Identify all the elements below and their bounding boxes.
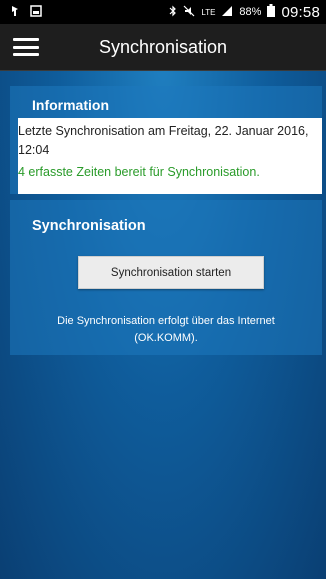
gallery-icon [30, 4, 42, 20]
information-box: Letzte Synchronisation am Freitag, 22. J… [18, 118, 322, 194]
bluetooth-icon [169, 5, 177, 20]
status-bar: LTE 88% 09:58 [0, 0, 326, 24]
signal-icon [221, 5, 233, 20]
start-sync-button[interactable]: Synchronisation starten [78, 256, 264, 289]
ready-times-text: 4 erfasste Zeiten bereit für Synchronisa… [18, 165, 260, 179]
page-title: Synchronisation [98, 36, 228, 57]
menu-icon[interactable] [13, 38, 39, 56]
synchronisation-panel: Synchronisation Synchronisation starten … [10, 200, 322, 355]
lte-indicator: LTE [201, 7, 216, 17]
information-panel: Information Letzte Synchronisation am Fr… [10, 86, 322, 194]
synchronisation-heading: Synchronisation [32, 218, 146, 234]
battery-icon [267, 4, 276, 20]
sync-note: Die Synchronisation erfolgt über das Int… [57, 315, 275, 344]
information-heading: Information [32, 97, 109, 113]
clock: 09:58 [281, 3, 320, 21]
notification-icon [10, 5, 20, 20]
battery-percentage: 88% [239, 6, 262, 18]
app-toolbar: Synchronisation [0, 24, 326, 71]
mute-icon [183, 5, 195, 20]
last-sync-text: Letzte Synchronisation am Freitag, 22. J… [18, 124, 309, 157]
